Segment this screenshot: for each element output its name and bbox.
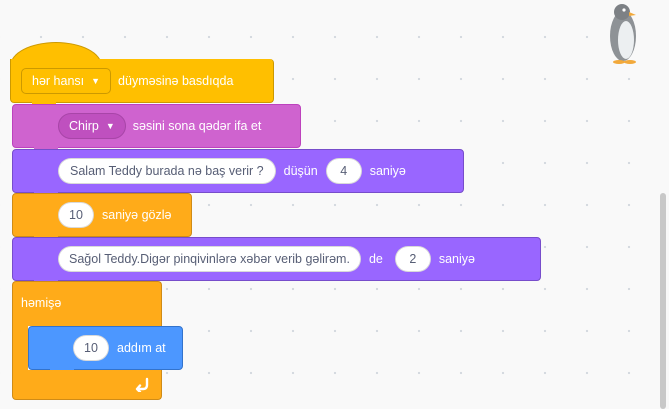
forever-block[interactable]: həmişə xyxy=(12,281,162,326)
wait-secs-value: 10 xyxy=(69,208,83,222)
forever-label: həmişə xyxy=(21,296,62,310)
think-message-input[interactable]: Salam Teddy burada nə baş verir ? xyxy=(58,158,276,184)
say-message-text: Sağol Teddy.Digər pinqivinlərə xəbər ver… xyxy=(69,252,350,266)
move-steps-label: addım at xyxy=(117,341,166,355)
say-unit-label: saniyə xyxy=(438,252,475,266)
think-for-secs-block[interactable]: Salam Teddy burada nə baş verir ? düşün … xyxy=(12,149,464,193)
think-unit-label: saniyə xyxy=(369,164,406,178)
sound-dropdown-value: Chirp xyxy=(69,119,99,133)
penguin-sprite-icon[interactable] xyxy=(602,0,644,64)
code-workspace[interactable]: hər hansı ▼ düyməsinə basdıqda Chirp ▼ s… xyxy=(0,0,669,409)
say-message-input[interactable]: Sağol Teddy.Digər pinqivinlərə xəbər ver… xyxy=(58,246,361,272)
move-steps-value: 10 xyxy=(84,341,98,355)
loop-arrow-icon xyxy=(135,377,149,392)
say-secs-input[interactable]: 2 xyxy=(394,246,431,272)
play-sound-until-done-block[interactable]: Chirp ▼ səsini sona qədər ifa et xyxy=(12,104,301,148)
say-secs-value: 2 xyxy=(409,252,417,266)
say-label: de xyxy=(368,252,383,266)
wait-secs-input[interactable]: 10 xyxy=(58,202,94,228)
when-key-pressed-block[interactable]: hər hansı ▼ düyməsinə basdıqda xyxy=(10,59,274,103)
say-for-secs-block[interactable]: Sağol Teddy.Digər pinqivinlərə xəbər ver… xyxy=(12,237,541,281)
sound-dropdown[interactable]: Chirp ▼ xyxy=(58,113,126,139)
caret-down-icon: ▼ xyxy=(91,75,101,86)
move-steps-input[interactable]: 10 xyxy=(73,335,109,361)
caret-down-icon: ▼ xyxy=(105,121,115,131)
think-secs-input[interactable]: 4 xyxy=(325,158,362,184)
think-label: düşün xyxy=(283,164,318,178)
think-secs-value: 4 xyxy=(340,164,348,178)
key-dropdown[interactable]: hər hansı ▼ xyxy=(21,67,112,94)
move-steps-block[interactable]: 10 addım at xyxy=(28,326,183,370)
wait-secs-block[interactable]: 10 saniyə gözlə xyxy=(12,193,192,237)
when-key-pressed-label: düyməsinə basdıqda xyxy=(118,73,234,88)
wait-label: saniyə gözlə xyxy=(102,208,172,222)
scrollbar-thumb[interactable] xyxy=(660,193,666,409)
play-sound-label: səsini sona qədər ifa et xyxy=(132,119,262,133)
forever-block-arm xyxy=(12,325,28,371)
think-message-text: Salam Teddy burada nə baş verir ? xyxy=(70,164,264,178)
vertical-scrollbar[interactable] xyxy=(657,0,669,409)
key-dropdown-value: hər hansı xyxy=(32,73,85,88)
